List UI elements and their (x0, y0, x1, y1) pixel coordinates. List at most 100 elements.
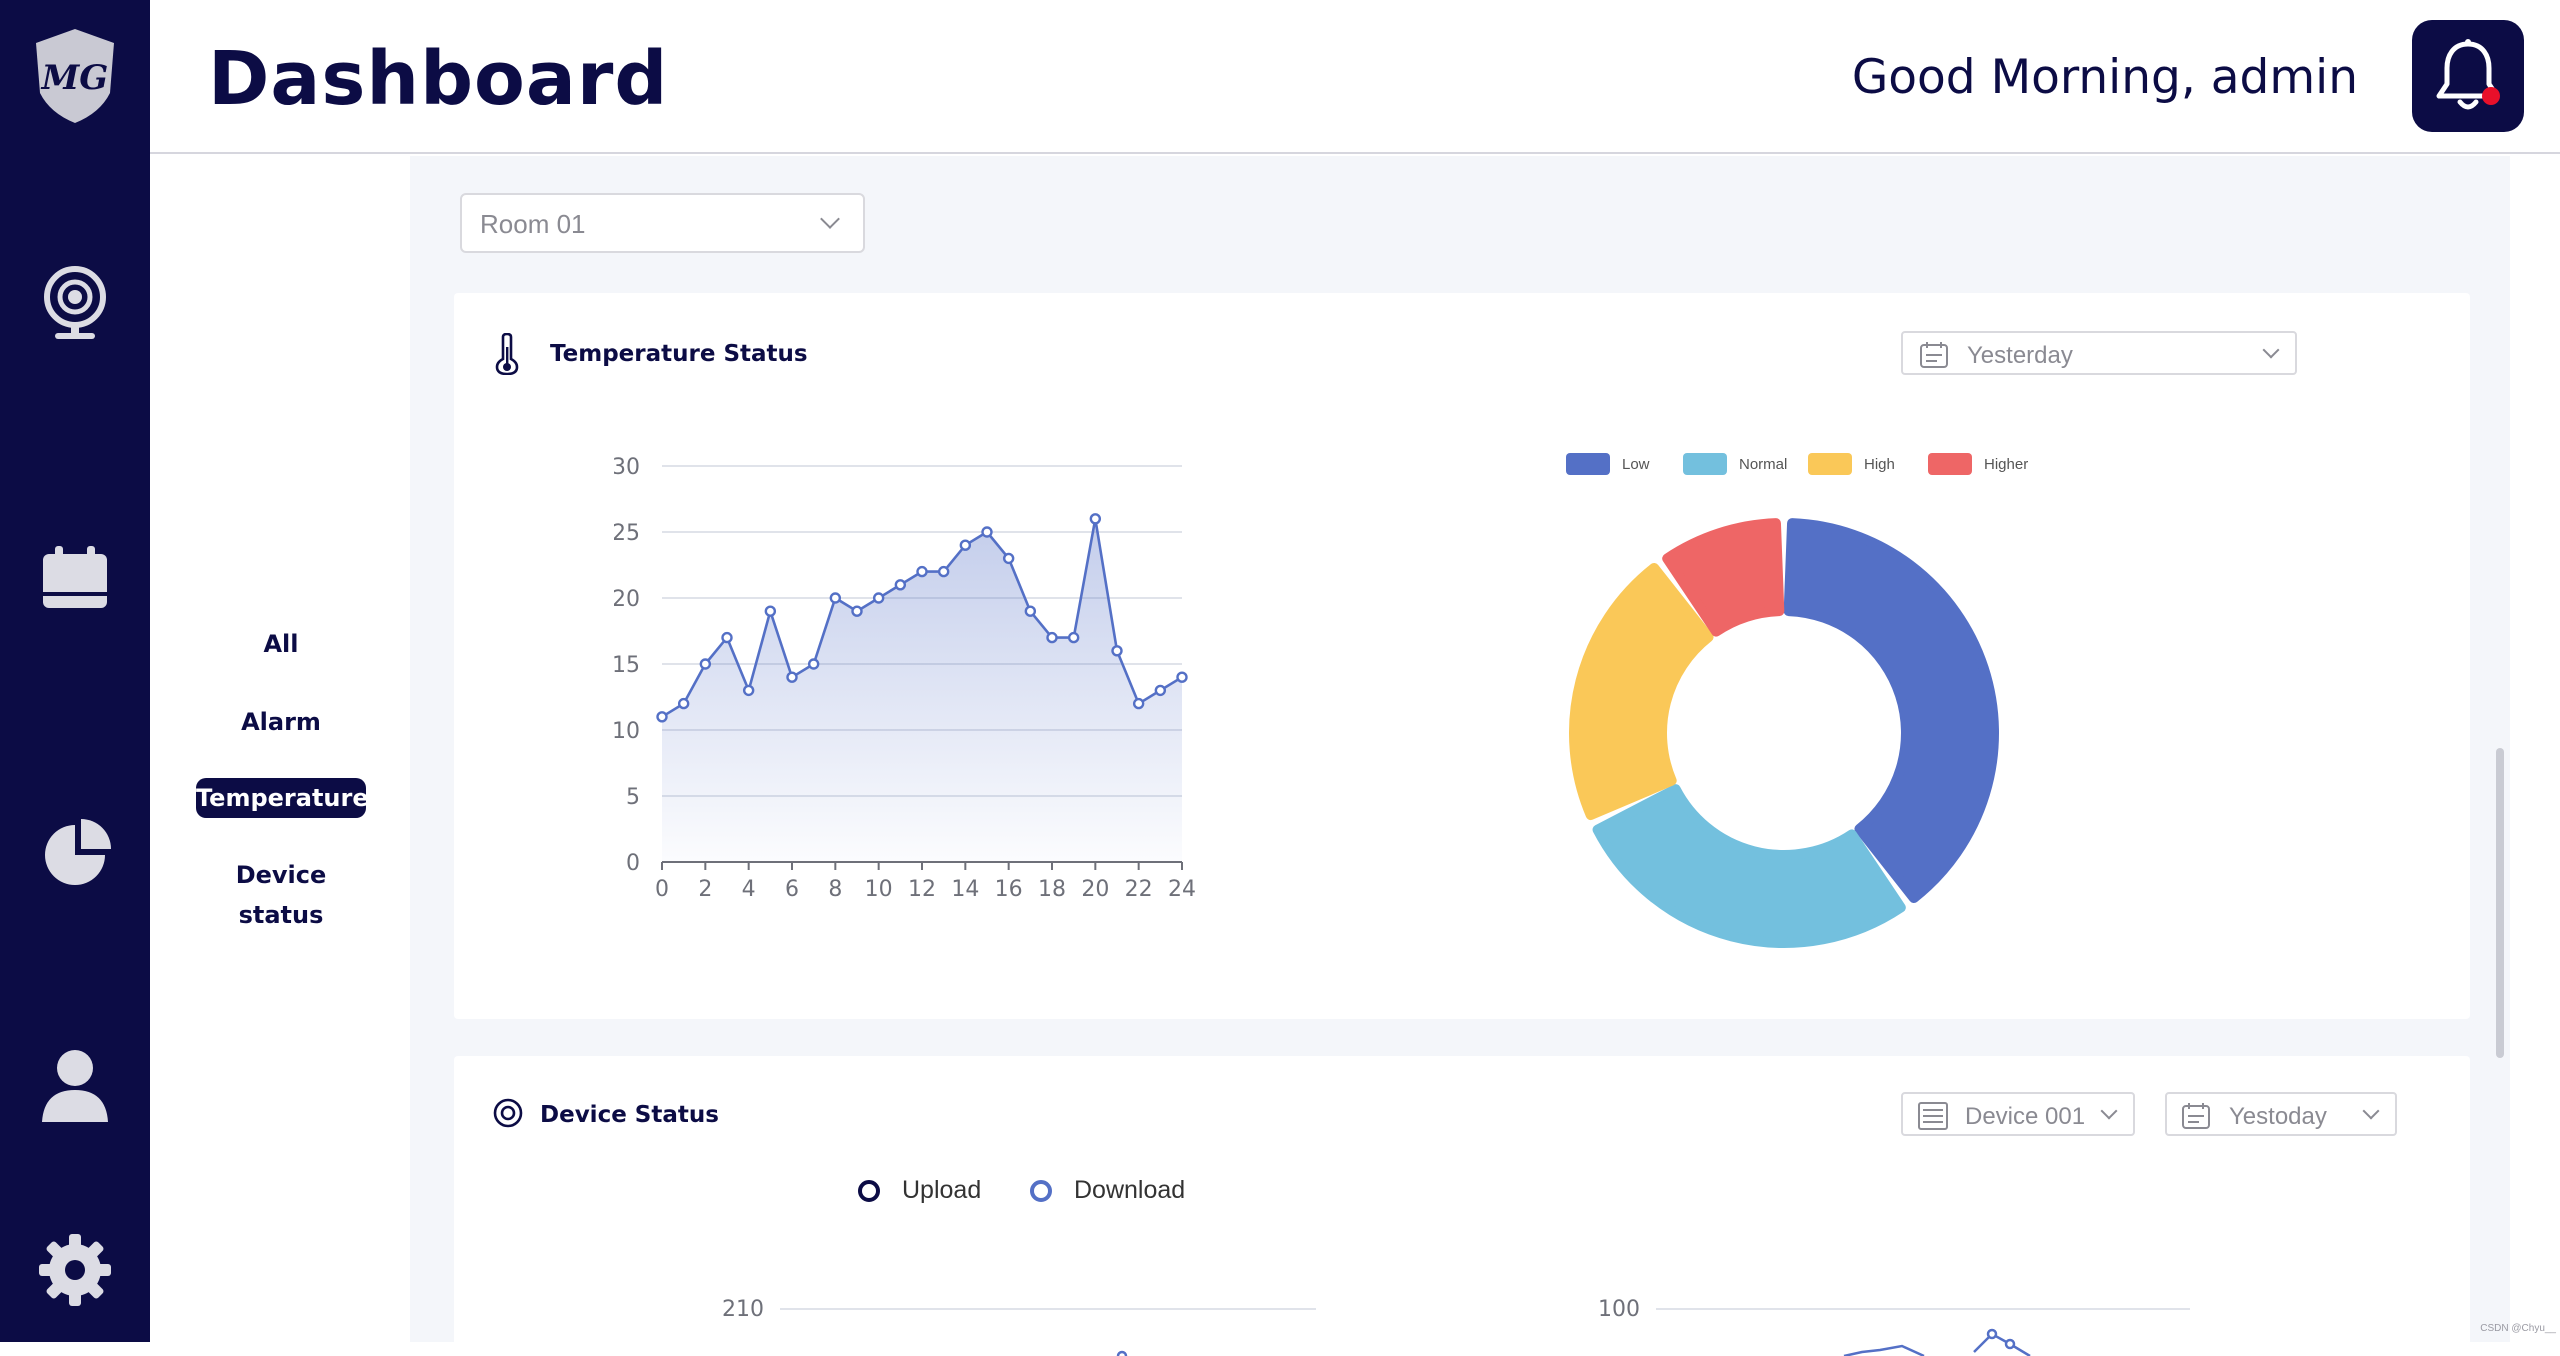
data-point (874, 594, 883, 603)
y-tick-label: 15 (614, 653, 640, 678)
temperature-date-select[interactable]: Yesterday (1901, 331, 2297, 375)
legend-item-normal[interactable]: Normal (1683, 453, 1787, 475)
x-tick-label: 22 (1125, 877, 1153, 902)
legend-label: Higher (1984, 456, 2028, 473)
thermometer-icon (494, 333, 520, 375)
legend-item-higher[interactable]: Higher (1928, 453, 2028, 475)
room-select-value: Room 01 (480, 209, 586, 240)
room-select[interactable]: Room 01 (460, 193, 865, 253)
data-point (1113, 646, 1122, 655)
data-point (2006, 1340, 2014, 1348)
data-point (766, 607, 775, 616)
temperature-line-chart: 051015202530024681012141618202224 (614, 443, 1694, 923)
x-tick-label: 16 (995, 877, 1023, 902)
legend-marker (858, 1180, 880, 1202)
subnav-item-device-status[interactable]: Device status (196, 855, 366, 895)
subnav-item-all[interactable]: All (196, 624, 366, 664)
header: Dashboard Good Morning, admin (150, 0, 2560, 154)
x-tick-label: 14 (951, 877, 979, 902)
device-right-top-tick: 100 (1598, 1297, 1640, 1322)
legend-swatch (1928, 453, 1972, 475)
legend-item-upload[interactable]: Upload (858, 1176, 981, 1205)
user-icon[interactable] (30, 1040, 120, 1130)
x-tick-label: 2 (698, 877, 712, 902)
data-point (961, 541, 970, 550)
data-point (1118, 1352, 1126, 1356)
chevron-down-icon (2363, 1103, 2380, 1120)
data-point (939, 567, 948, 576)
x-tick-label: 6 (785, 877, 799, 902)
gear-icon[interactable] (30, 1225, 120, 1315)
legend-swatch (1808, 453, 1852, 475)
y-tick-label: 10 (614, 719, 640, 744)
x-tick-label: 0 (655, 877, 669, 902)
donut-slice-high (1574, 568, 1709, 815)
y-tick-label: 25 (614, 521, 640, 546)
y-tick-label: 5 (626, 785, 640, 810)
legend-label: Upload (902, 1176, 981, 1205)
device-charts-preview: 210 100 (454, 1286, 2470, 1356)
x-tick-label: 18 (1038, 877, 1066, 902)
legend-item-high[interactable]: High (1808, 453, 1895, 475)
chevron-down-icon (820, 209, 840, 229)
legend-label: High (1864, 456, 1895, 473)
data-point (701, 660, 710, 669)
webcam-icon[interactable] (30, 260, 120, 350)
device-select[interactable]: Device 001 (1901, 1092, 2135, 1136)
data-point (679, 699, 688, 708)
main-content: Room 01 Temperature Status Yesterday 051… (410, 156, 2510, 1342)
list-icon (1917, 1101, 1949, 1131)
donut-slice-normal (1598, 789, 1901, 943)
legend-item-download[interactable]: Download (1030, 1176, 1185, 1205)
x-tick-label: 12 (908, 877, 936, 902)
device-status-icon (492, 1097, 524, 1129)
data-point (1156, 686, 1165, 695)
x-tick-label: 8 (828, 877, 842, 902)
legend-marker (1030, 1180, 1052, 1202)
data-point (658, 712, 667, 721)
legend-label: Normal (1739, 456, 1787, 473)
data-point (1048, 633, 1057, 642)
donut-slice-low (1789, 523, 1994, 898)
device-left-top-tick: 210 (722, 1297, 764, 1322)
data-point (1178, 673, 1187, 682)
pie-chart-icon[interactable] (30, 810, 120, 900)
legend-swatch (1683, 453, 1727, 475)
data-point (809, 660, 818, 669)
data-point (853, 607, 862, 616)
data-point (1091, 514, 1100, 523)
device-date-select[interactable]: Yestoday (2165, 1092, 2397, 1136)
x-tick-label: 24 (1168, 877, 1196, 902)
sidebar: MG (0, 0, 150, 1342)
chevron-down-icon (2263, 342, 2280, 359)
page-title: Dashboard (208, 36, 668, 122)
device-date-value: Yestoday (2229, 1103, 2327, 1131)
data-point (744, 686, 753, 695)
series-line (1844, 1334, 2030, 1356)
calendar-icon[interactable] (30, 533, 120, 623)
sub-navigation: All Alarm Temperature Device status (150, 156, 410, 1342)
y-tick-label: 0 (626, 851, 640, 876)
temperature-card: Temperature Status Yesterday 05101520253… (454, 293, 2470, 1019)
legend-swatch (1566, 453, 1610, 475)
legend-label: Low (1622, 456, 1650, 473)
y-tick-label: 20 (614, 587, 640, 612)
logo-text: MG (41, 58, 109, 98)
legend-item-low[interactable]: Low (1566, 453, 1650, 475)
x-tick-label: 20 (1081, 877, 1109, 902)
greeting-text: Good Morning, admin (1852, 50, 2358, 105)
data-point (831, 594, 840, 603)
subnav-item-temperature[interactable]: Temperature (196, 778, 366, 818)
data-point (1134, 699, 1143, 708)
chevron-down-icon (2101, 1103, 2118, 1120)
scrollbar[interactable] (2496, 748, 2504, 1058)
y-tick-label: 30 (614, 455, 640, 480)
calendar-icon (1919, 341, 1949, 369)
device-status-title: Device Status (540, 1102, 719, 1128)
logo[interactable]: MG (30, 30, 120, 120)
subnav-item-alarm[interactable]: Alarm (196, 702, 366, 742)
calendar-icon (2181, 1102, 2211, 1130)
x-tick-label: 10 (865, 877, 893, 902)
notification-button[interactable] (2412, 20, 2524, 132)
data-point (1069, 633, 1078, 642)
